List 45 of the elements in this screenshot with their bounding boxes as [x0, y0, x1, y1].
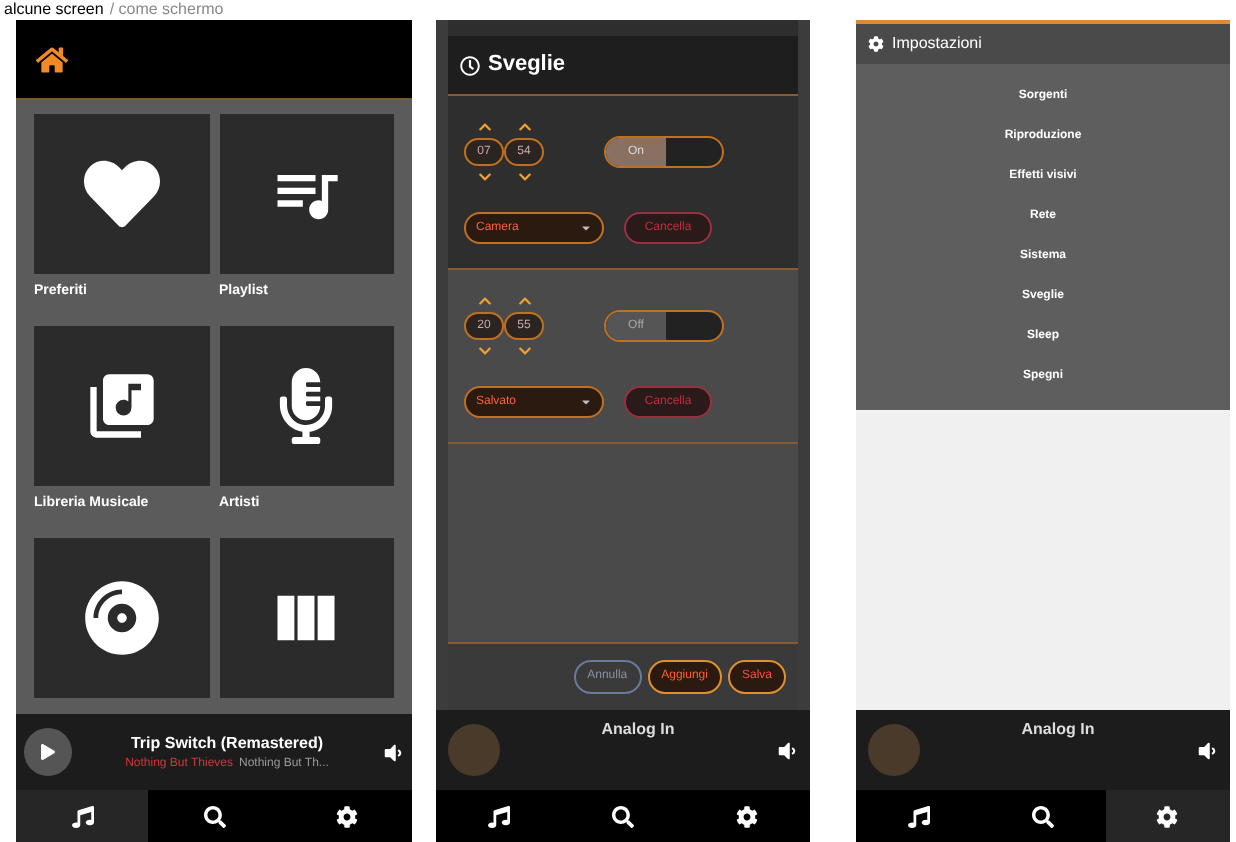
tile[interactable]: [219, 114, 394, 274]
caption-text: alcune screen: [4, 0, 104, 20]
settings-icon: [868, 36, 884, 52]
settings-icon: [335, 805, 357, 827]
volume-icon[interactable]: [776, 739, 798, 761]
track-title: Trip Switch (Remastered): [130, 731, 324, 755]
caret-icon: [580, 396, 592, 408]
page-title: Impostazioni: [892, 32, 982, 56]
volume-icon[interactable]: [1196, 739, 1218, 761]
increase-icon[interactable]: [477, 294, 491, 308]
nav-tab[interactable]: [1105, 790, 1230, 842]
volume-icon[interactable]: [382, 741, 404, 763]
music-note-icon: [907, 805, 930, 827]
increase-icon[interactable]: [517, 294, 531, 308]
increase-icon[interactable]: [517, 120, 531, 134]
tile[interactable]: [34, 326, 209, 486]
nav-tab[interactable]: [16, 790, 148, 842]
caption-note: / come schermo: [109, 0, 224, 20]
dialog-title: Sveglie: [488, 50, 566, 81]
tile[interactable]: [34, 538, 209, 698]
music-note-icon: [487, 805, 510, 827]
caret-icon: [580, 222, 592, 234]
settings-icon: [1156, 805, 1179, 827]
play-button[interactable]: [24, 728, 72, 776]
play-icon: [40, 744, 56, 760]
decrease-icon[interactable]: [517, 170, 531, 184]
music-note-icon: [71, 805, 93, 827]
home-icon[interactable]: [36, 43, 68, 75]
search-icon: [203, 805, 225, 827]
decrease-icon[interactable]: [477, 344, 491, 358]
tile[interactable]: [34, 114, 209, 274]
search-icon: [611, 805, 634, 827]
source-name: Analog In: [599, 718, 677, 742]
clock-icon: [460, 55, 480, 75]
tile[interactable]: [219, 326, 394, 486]
decrease-icon[interactable]: [477, 170, 491, 184]
cover-placeholder: [868, 724, 920, 776]
cover-placeholder: [448, 724, 500, 776]
heart-icon: [83, 156, 160, 232]
search-icon: [1031, 805, 1054, 827]
settings-icon: [736, 805, 759, 827]
source-name: Analog In: [1019, 718, 1097, 742]
decrease-icon[interactable]: [517, 344, 531, 358]
tile[interactable]: [219, 538, 394, 698]
increase-icon[interactable]: [477, 120, 491, 134]
